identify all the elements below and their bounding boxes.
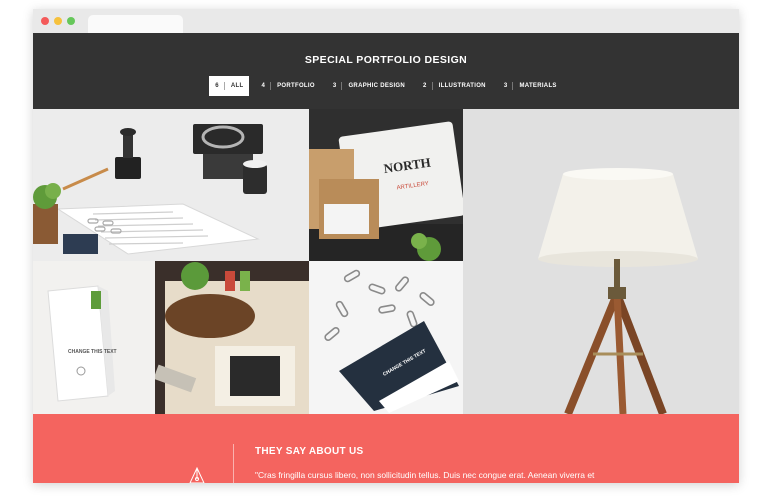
maximize-window-dot[interactable] <box>67 17 75 25</box>
tag-image: CHANGE THIS TEXT <box>309 261 463 414</box>
stationery-image <box>33 109 309 261</box>
branding-image: NORTH ARTILLERY <box>309 109 463 261</box>
pen-nib-icon <box>189 467 205 483</box>
filter-count: 3 <box>332 83 337 89</box>
filter-all[interactable]: 6 ALL <box>209 76 250 96</box>
desk-image <box>155 261 309 414</box>
close-window-dot[interactable] <box>41 17 49 25</box>
lamp-image <box>463 109 739 414</box>
testimonial-section: THEY SAY ABOUT US "Cras fringilla cursus… <box>33 414 739 483</box>
filter-label: GRAPHIC DESIGN <box>348 83 406 89</box>
filter-graphic-design[interactable]: 3 GRAPHIC DESIGN <box>327 76 411 96</box>
filter-label: PORTFOLIO <box>277 83 315 89</box>
filter-label: ILLUSTRATION <box>438 83 486 89</box>
filter-materials[interactable]: 3 MATERIALS <box>498 76 563 96</box>
bag-image: CHANGE THIS TEXT <box>33 261 155 414</box>
portfolio-grid: NORTH ARTILLERY CHANGE THIS TEXT CHANGE … <box>33 109 739 414</box>
filter-count: 2 <box>423 83 427 89</box>
testimonial-title: THEY SAY ABOUT US <box>255 446 364 457</box>
portfolio-header: SPECIAL PORTFOLIO DESIGN 6 ALL 4 PORTFOL… <box>33 33 739 109</box>
browser-window: SPECIAL PORTFOLIO DESIGN 6 ALL 4 PORTFOL… <box>33 9 739 483</box>
filter-count: 3 <box>503 83 508 89</box>
portfolio-filters: 6 ALL 4 PORTFOLIO 3 GRAPHIC DESIGN 2 ILL… <box>33 76 739 96</box>
filter-label: MATERIALS <box>519 83 557 89</box>
bag-label: CHANGE THIS TEXT <box>68 349 117 355</box>
section-title: SPECIAL PORTFOLIO DESIGN <box>304 54 468 66</box>
testimonial-quote: "Cras fringilla cursus libero, non solli… <box>255 470 595 480</box>
filter-portfolio[interactable]: 4 PORTFOLIO <box>255 76 320 96</box>
portfolio-item-stationery[interactable] <box>33 109 309 261</box>
filter-count: 6 <box>215 83 219 89</box>
browser-toolbar <box>33 9 739 33</box>
portfolio-item-bag[interactable]: CHANGE THIS TEXT <box>33 261 155 414</box>
browser-tab[interactable] <box>88 15 183 33</box>
filter-label: ALL <box>230 83 244 89</box>
filter-count: 4 <box>261 83 266 89</box>
filter-illustration[interactable]: 2 ILLUSTRATION <box>417 76 492 96</box>
portfolio-item-branding[interactable]: NORTH ARTILLERY <box>309 109 463 261</box>
portfolio-item-tag[interactable]: CHANGE THIS TEXT <box>309 261 463 414</box>
portfolio-item-desk[interactable] <box>155 261 309 414</box>
minimize-window-dot[interactable] <box>54 17 62 25</box>
portfolio-item-lamp[interactable] <box>463 109 739 414</box>
testimonial-divider <box>233 444 234 483</box>
